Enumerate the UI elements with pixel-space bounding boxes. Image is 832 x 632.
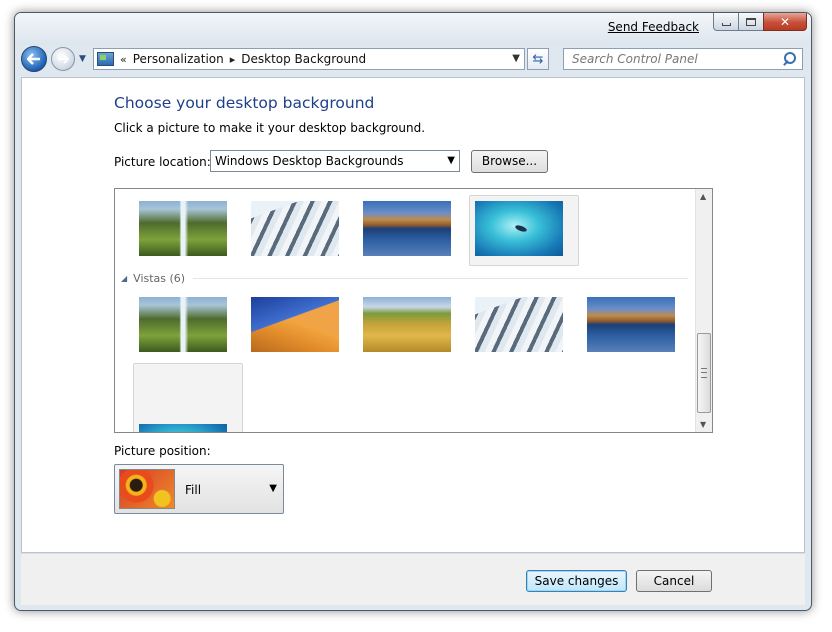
search-box[interactable] [563, 48, 803, 70]
minimize-icon [721, 23, 731, 26]
chevron-down-icon: ▼ [269, 483, 277, 494]
thumbnail-vistas-fish[interactable] [139, 424, 227, 432]
forward-arrow-icon [58, 54, 69, 64]
caption-buttons: ✕ [713, 13, 807, 32]
footer-bar: Save changes Cancel [21, 553, 805, 605]
thumbnail-fish[interactable] [475, 201, 563, 256]
thumbnail-vistas-dune[interactable] [251, 297, 339, 352]
breadcrumb-desktop-background[interactable]: Desktop Background [241, 52, 366, 66]
collapse-caret-icon[interactable]: ◢ [121, 274, 127, 283]
back-arrow-icon [27, 53, 40, 65]
search-icon[interactable] [782, 51, 798, 67]
breadcrumb-separator-icon[interactable]: ▸ [230, 53, 236, 66]
breadcrumb-overflow[interactable]: « [120, 53, 127, 66]
search-input[interactable] [570, 51, 782, 67]
page-title: Choose your desktop background [114, 94, 375, 112]
thumbnail-waterfall[interactable] [139, 201, 227, 256]
save-changes-button[interactable]: Save changes [526, 570, 627, 592]
picture-position-label: Picture position: [114, 444, 211, 458]
minimize-button[interactable] [713, 13, 739, 31]
group-header-vistas[interactable]: ◢ Vistas (6) [121, 271, 688, 285]
breadcrumb-personalization[interactable]: Personalization [133, 52, 224, 66]
maximize-button[interactable] [738, 13, 764, 31]
back-button[interactable] [21, 46, 47, 72]
close-button[interactable]: ✕ [763, 13, 807, 31]
main-content: Choose your desktop background Click a p… [21, 77, 805, 553]
address-dropdown-icon[interactable]: ▼ [512, 53, 520, 64]
picture-location-value: Windows Desktop Backgrounds [215, 154, 404, 168]
refresh-button[interactable]: ⇆ [527, 48, 549, 70]
vertical-scrollbar[interactable]: ▲ ▼ [695, 189, 712, 432]
control-panel-icon [97, 52, 114, 66]
thumbnail-vistas-mountains[interactable] [475, 297, 563, 352]
history-dropdown-icon[interactable]: ▼ [79, 54, 86, 64]
grip-icon [701, 368, 707, 378]
control-panel-window: Send Feedback ✕ ▼ « Personalization ▸ De… [14, 12, 812, 611]
group-divider [193, 277, 688, 279]
thumbnail-mountains[interactable] [251, 201, 339, 256]
title-bar: Send Feedback ✕ [15, 13, 811, 45]
chevron-down-icon: ▼ [447, 155, 455, 166]
address-bar[interactable]: « Personalization ▸ Desktop Background ▼ [93, 48, 525, 70]
thumbnail-selection-frame-vistas [133, 363, 243, 432]
browse-button[interactable]: Browse... [471, 150, 548, 173]
picture-list[interactable]: ◢ Vistas (6) ▲ ▼ [114, 188, 713, 433]
page-subtitle: Click a picture to make it your desktop … [114, 121, 426, 135]
picture-position-value: Fill [185, 483, 202, 497]
picture-location-label: Picture location: [114, 155, 211, 169]
position-preview-image [119, 469, 175, 509]
scroll-up-icon[interactable]: ▲ [700, 192, 706, 201]
picture-location-select[interactable]: Windows Desktop Backgrounds ▼ [210, 150, 460, 172]
navigation-bar: ▼ « Personalization ▸ Desktop Background… [15, 43, 811, 75]
refresh-icon: ⇆ [532, 51, 544, 67]
maximize-icon [746, 17, 756, 26]
cancel-button[interactable]: Cancel [636, 570, 712, 592]
picture-position-select[interactable]: Fill ▼ [114, 464, 284, 514]
thumbnail-vistas-lake[interactable] [587, 297, 675, 352]
thumbnail-lake[interactable] [363, 201, 451, 256]
close-icon: ✕ [779, 14, 791, 29]
send-feedback-link[interactable]: Send Feedback [608, 20, 699, 34]
thumbnail-vistas-waterfall[interactable] [139, 297, 227, 352]
scrollbar-thumb[interactable] [697, 333, 711, 413]
thumbnail-vistas-wheat[interactable] [363, 297, 451, 352]
forward-button[interactable] [51, 47, 75, 71]
group-label: Vistas (6) [133, 271, 186, 285]
scroll-down-icon[interactable]: ▼ [700, 420, 706, 429]
